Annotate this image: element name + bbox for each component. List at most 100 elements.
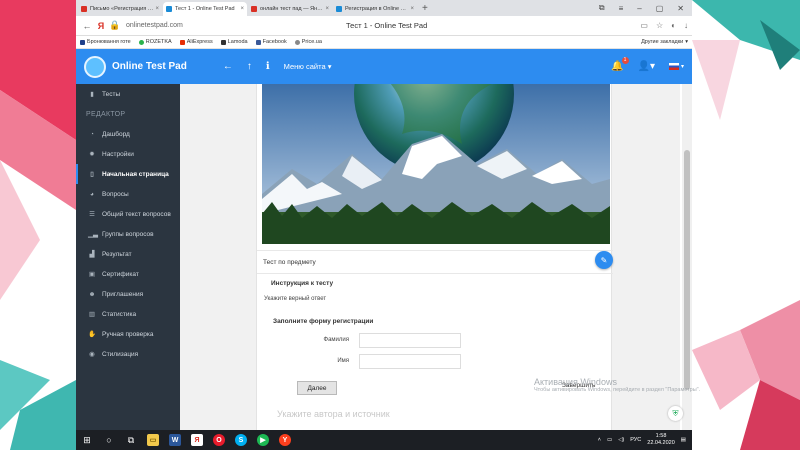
tab-label: Тест 1 - Online Test Pad [175, 6, 235, 12]
yandex-logo-icon[interactable]: Я [94, 21, 108, 31]
sidebar-item-tests[interactable]: ▮ Тесты [76, 84, 180, 104]
other-bookmarks[interactable]: Другие закладки ▾ [641, 39, 688, 45]
sidebar-item-settings[interactable]: ✹ Настройки [76, 144, 180, 164]
clock[interactable]: 1:58 22.04.2020 [647, 433, 675, 447]
task-view-button[interactable]: ⧉ [120, 430, 142, 450]
profile-icon[interactable]: ⧉ [599, 3, 605, 13]
scroll-thumb[interactable] [684, 150, 690, 390]
network-icon[interactable]: ▭ [607, 437, 612, 443]
sidebar-item-statistics[interactable]: ▥ Статистика [76, 304, 180, 324]
subject-text: Тест по предмету [263, 258, 316, 266]
language-selector[interactable]: ▾ [668, 63, 684, 70]
header-right: 🔔 1 👤▾ ▾ [611, 57, 684, 72]
sidebar-item-label: Общий текст вопросов [102, 210, 171, 218]
bookmark-item[interactable]: Бронювання готе [80, 39, 131, 45]
reader-icon[interactable]: ▭ [640, 21, 648, 30]
stats-icon: ▥ [88, 311, 96, 318]
back-arrow-icon[interactable]: ← [223, 61, 233, 72]
site-menu[interactable]: Меню сайта ▾ [284, 62, 332, 71]
word-button[interactable]: W [164, 430, 186, 450]
app-header: Online Test Pad ← ↑ ℹ Меню сайта ▾ 🔔 1 👤▾… [76, 49, 692, 84]
sidebar-item-dashboard[interactable]: ◔ Дашборд [76, 124, 180, 144]
sidebar-item-label: Начальная страница [102, 170, 169, 178]
download-icon[interactable]: ↓ [684, 21, 688, 30]
start-button[interactable]: ⊞ [76, 430, 98, 450]
sidebar-item-start-page[interactable]: ▯ Начальная страница [76, 164, 180, 184]
tab-registration[interactable]: Регистрация в Online Test × [333, 2, 417, 16]
bookmark-label: ROZETKA [145, 39, 172, 45]
yandex-icon [251, 6, 257, 12]
tab-test[interactable]: Тест 1 - Online Test Pad × [163, 2, 247, 16]
author-caption: Укажите автора и источник [277, 409, 390, 419]
sidebar-item-certificate[interactable]: ▣ Сертификат [76, 264, 180, 284]
windows-activation-notice: Активация Windows Чтобы активировать Win… [534, 377, 704, 394]
close-icon[interactable]: × [325, 6, 329, 12]
tab-mail[interactable]: Письмо «Регистрация в О × [78, 2, 162, 16]
close-icon[interactable]: × [410, 6, 414, 12]
sidebar-item-questions[interactable]: ◕ Вопросы [76, 184, 180, 204]
bookmark-icon[interactable]: ☆ [656, 21, 663, 30]
sidebar: ▮ Тесты РЕДАКТОР ◔ Дашборд ✹ Настройки ▯ Нач… [76, 84, 180, 430]
bookmark-item[interactable]: AliExpress [179, 39, 213, 45]
minimize-button[interactable]: – [637, 4, 641, 13]
yandex-browser-button[interactable]: Y [274, 430, 296, 450]
sidebar-item-manual-check[interactable]: ✋ Ручная проверка [76, 324, 180, 344]
menu-icon[interactable]: ≡ [619, 4, 624, 13]
opera-button[interactable]: O [208, 430, 230, 450]
yandex-icon: Я [191, 434, 203, 446]
sidebar-item-label: Настройки [102, 150, 134, 158]
bookmark-item[interactable]: ROZETKA [138, 39, 172, 45]
notifications-button[interactable]: 🔔 1 [611, 57, 629, 72]
bookmark-label: Бронювання готе [87, 39, 131, 45]
other-bookmarks-label: Другие закладки [641, 39, 684, 45]
url-field[interactable]: onlinetestpad.com [126, 22, 276, 29]
volume-icon[interactable]: ◁) [618, 437, 624, 443]
close-icon[interactable]: × [240, 6, 244, 12]
bookmark-icon [80, 39, 85, 45]
tray-arrow-icon[interactable]: ˄ [598, 437, 601, 443]
sidebar-item-label: Ручная проверка [102, 330, 154, 338]
next-button[interactable]: Далее [297, 381, 337, 395]
bookmark-label: Lamoda [227, 39, 248, 45]
edit-button[interactable]: ✎ [595, 251, 613, 269]
yandex-button[interactable]: Я [186, 430, 208, 450]
tab-yandex[interactable]: онлайн тест пад — Яндек × [248, 2, 332, 16]
back-icon[interactable]: ← [80, 21, 94, 31]
sidebar-item-result[interactable]: ▟ Результат [76, 244, 180, 264]
language-indicator[interactable]: РУС [630, 437, 641, 443]
tab-label: Регистрация в Online Test [345, 6, 409, 12]
cover-image [262, 84, 610, 244]
bookmark-icon [294, 39, 300, 45]
media-button[interactable]: ▶ [252, 430, 274, 450]
tab-label: Письмо «Регистрация в О [90, 6, 154, 12]
close-icon[interactable]: × [155, 6, 159, 12]
up-arrow-icon[interactable]: ↑ [247, 61, 252, 72]
user-icon[interactable]: 👤▾ [638, 61, 655, 72]
firstname-field[interactable] [359, 354, 461, 369]
explorer-button[interactable]: ▭ [142, 430, 164, 450]
bookmark-icon [220, 39, 226, 45]
close-window-button[interactable]: ✕ [677, 4, 684, 13]
sidebar-item-styling[interactable]: ◉ Стилизация [76, 344, 180, 364]
bookmark-item[interactable]: Price.ua [294, 39, 322, 45]
mail-icon [81, 6, 87, 12]
bookmark-item[interactable]: Lamoda [220, 39, 248, 45]
sidebar-item-invitations[interactable]: ☻ Приглашения [76, 284, 180, 304]
info-icon[interactable]: ℹ [266, 61, 270, 72]
sidebar-item-question-groups[interactable]: ▁▃ Группы вопросов [76, 224, 180, 244]
maximize-button[interactable]: ▢ [656, 4, 664, 13]
otp-icon [336, 6, 342, 12]
skype-button[interactable]: S [230, 430, 252, 450]
bars-icon: ▁▃ [88, 231, 98, 238]
bookmark-item[interactable]: Facebook [255, 39, 287, 45]
new-tab-button[interactable]: + [422, 2, 428, 16]
extension-icon[interactable]: ◐ [671, 21, 676, 30]
brand-name[interactable]: Online Test Pad [112, 61, 187, 72]
lastname-field[interactable] [359, 333, 461, 348]
sidebar-item-common-text[interactable]: ☰ Общий текст вопросов [76, 204, 180, 224]
search-button[interactable]: ○ [98, 430, 120, 450]
shield-icon[interactable]: ⛨ [668, 406, 683, 421]
notification-center-icon[interactable]: ▤ [681, 437, 686, 443]
logo-icon[interactable] [84, 55, 106, 78]
test-subject: Тест по предмету [257, 250, 613, 274]
